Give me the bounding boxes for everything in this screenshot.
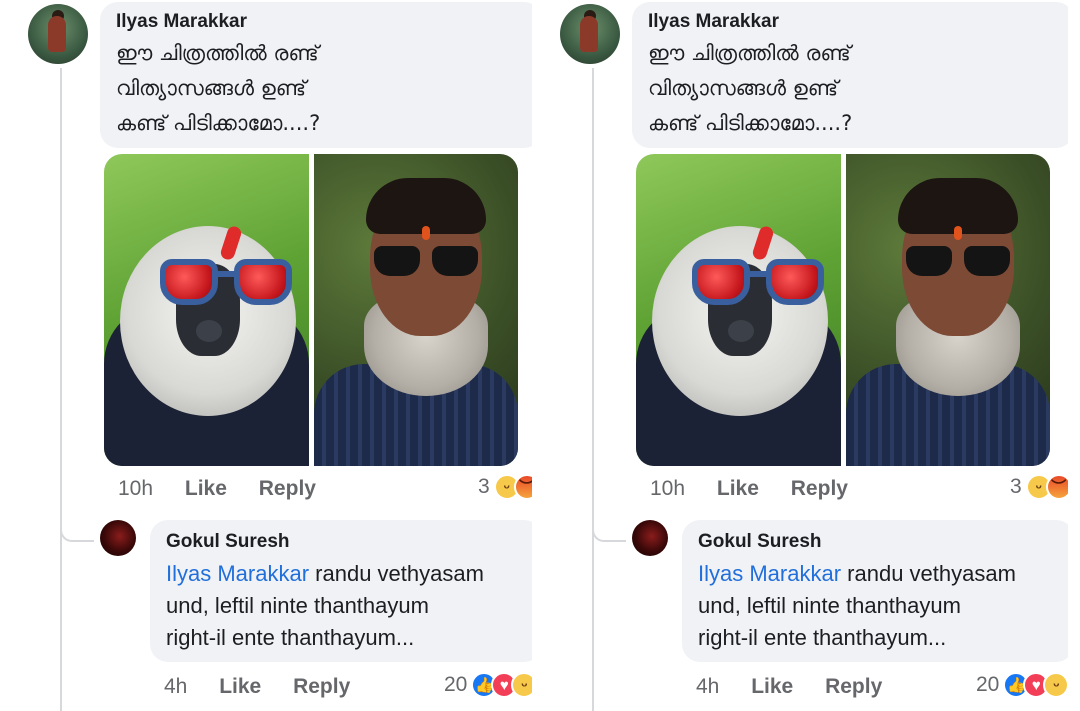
reply-text: Ilyas Marakkar randu vethyasam und, left… [698,561,1016,650]
reply-bubble: Gokul Suresh Ilyas Marakkar randu vethya… [150,520,536,662]
reply-author[interactable]: Gokul Suresh [698,530,1058,554]
like-link[interactable]: Like [717,477,759,500]
comment-photo[interactable] [636,154,1050,466]
comment-text: ഈ ചിത്രത്തിൽ രണ്ട് വിത്യാസങ്ങൾ ഉണ്ട് കണ്… [648,41,853,135]
avatar[interactable] [28,4,88,64]
monkey-image [104,154,309,466]
comment-author[interactable]: Ilyas Marakkar [116,10,526,34]
comment-bubble: Ilyas Marakkar ഈ ചിത്രത്തിൽ രണ്ട് വിത്യാ… [632,2,1068,148]
reaction-count: 20 [444,673,468,696]
reply-link[interactable]: Reply [825,675,882,698]
reply-author[interactable]: Gokul Suresh [166,530,526,554]
reply-link[interactable]: Reply [791,477,848,500]
sunglasses-icon [692,259,830,309]
comment-time[interactable]: 10h [118,477,153,500]
comment-author[interactable]: Ilyas Marakkar [648,10,1058,34]
like-link[interactable]: Like [219,675,261,698]
reaction-summary[interactable]: 20 👍 ♥ ᵕ [976,672,1068,698]
avatar[interactable] [632,520,668,556]
comment-photo[interactable] [104,154,518,466]
thread-line [60,68,62,711]
comment-text: ഈ ചിത്രത്തിൽ രണ്ട് വിത്യാസങ്ങൾ ഉണ്ട് കണ്… [116,41,321,135]
comment-bubble: Ilyas Marakkar ഈ ചിത്രത്തിൽ രണ്ട് വിത്യാ… [100,2,536,148]
reply-link[interactable]: Reply [293,675,350,698]
like-link[interactable]: Like [185,477,227,500]
thread-line [592,68,594,711]
thread-elbow [592,520,626,542]
reply-time[interactable]: 4h [696,675,719,698]
reply-meta: 4h Like Reply [164,674,376,700]
comment-panel-left: Ilyas Marakkar ഈ ചിത്രത്തിൽ രണ്ട് വിത്യാ… [0,0,536,711]
haha-icon: ᵕ [1043,672,1068,698]
reaction-count: 3 [478,475,490,498]
monkey-image [636,154,841,466]
reaction-count: 20 [976,673,1000,696]
angry-icon: ︶ [1045,474,1068,500]
like-link[interactable]: Like [751,675,793,698]
reply-link[interactable]: Reply [259,477,316,500]
comment-time[interactable]: 10h [650,477,685,500]
reaction-summary[interactable]: 3 ᵕ ︶ [1010,474,1068,500]
reply-text: Ilyas Marakkar randu vethyasam und, left… [166,561,484,650]
mention-link[interactable]: Ilyas Marakkar [166,561,309,586]
comment-meta: 10h Like Reply [118,476,342,502]
sunglasses-icon [160,259,298,309]
man-image [846,154,1050,466]
reaction-count: 3 [1010,475,1022,498]
avatar[interactable] [100,520,136,556]
reply-meta: 4h Like Reply [696,674,908,700]
mention-link[interactable]: Ilyas Marakkar [698,561,841,586]
reaction-summary[interactable]: 20 👍 ♥ ᵕ [444,672,536,698]
reaction-summary[interactable]: 3 ᵕ ︶ [478,474,536,500]
man-image [314,154,518,466]
reply-bubble: Gokul Suresh Ilyas Marakkar randu vethya… [682,520,1068,662]
comment-meta: 10h Like Reply [650,476,874,502]
thread-elbow [60,520,94,542]
reply-time[interactable]: 4h [164,675,187,698]
avatar[interactable] [560,4,620,64]
comment-panel-right: Ilyas Marakkar ഈ ചിത്രത്തിൽ രണ്ട് വിത്യാ… [532,0,1068,711]
